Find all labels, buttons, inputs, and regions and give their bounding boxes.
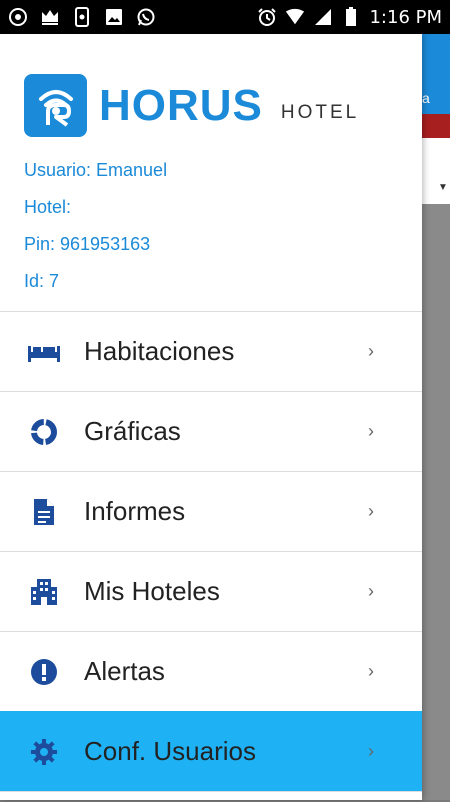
logo-subtitle: HOTEL — [280, 101, 360, 123]
menu-item-graficas[interactable]: Gráficas › — [0, 391, 422, 471]
status-time: 1:16 PM — [369, 6, 442, 28]
signal-icon — [313, 7, 333, 27]
menu-item-conf-usuarios[interactable]: Conf. Usuarios › — [0, 711, 422, 791]
crown-icon — [40, 7, 60, 27]
building-icon — [24, 572, 64, 612]
background-red-bar — [422, 114, 450, 138]
menu-label: Mis Hoteles — [84, 576, 220, 606]
chevron-right-icon: › — [368, 661, 374, 681]
image-icon — [104, 7, 124, 27]
menu-label: Alertas — [84, 656, 165, 686]
user-pin: Pin: 961953163 — [24, 234, 151, 254]
chevron-right-icon: › — [368, 421, 374, 441]
menu-item-informes[interactable]: Informes › — [0, 471, 422, 551]
menu-divider — [0, 791, 422, 802]
background-app: a ▼ — [422, 34, 450, 800]
dropdown-caret-icon: ▼ — [438, 182, 448, 193]
whatsapp-icon — [136, 7, 156, 27]
logo-word: HORUS — [99, 80, 263, 130]
alarm-icon — [257, 7, 277, 27]
background-app-header: a — [422, 34, 450, 114]
document-icon — [24, 492, 64, 532]
menu-item-alertas[interactable]: Alertas › — [0, 631, 422, 711]
menu-label: Gráficas — [84, 416, 181, 446]
menu-label: Conf. Usuarios — [84, 736, 256, 766]
menu-label: Habitaciones — [84, 336, 235, 366]
navigation-drawer: HORUS HOTEL Usuario: Emanuel Hotel: Pin:… — [0, 34, 422, 800]
user-name: Usuario: Emanuel — [24, 160, 168, 180]
user-id: Id: 7 — [24, 271, 60, 291]
menu-label: Informes — [84, 496, 186, 526]
background-header-fragment: a — [422, 90, 430, 106]
donut-chart-icon — [24, 412, 64, 452]
chrome-icon — [8, 7, 28, 27]
status-bar: 1:16 PM — [0, 0, 450, 34]
gear-icon — [24, 732, 64, 772]
menu-item-mis-hoteles[interactable]: Mis Hoteles › — [0, 551, 422, 631]
phone-app-icon — [72, 7, 92, 27]
battery-icon — [341, 7, 361, 27]
alert-icon — [24, 652, 64, 692]
chevron-right-icon: › — [368, 741, 374, 761]
background-input — [422, 138, 450, 204]
chevron-right-icon: › — [368, 501, 374, 521]
horus-logo-mark-icon — [24, 74, 87, 137]
drawer-menu: Habitaciones › Gráficas › Informes › Mis… — [0, 311, 422, 802]
chevron-right-icon: › — [368, 341, 374, 361]
chevron-right-icon: › — [368, 581, 374, 601]
wifi-icon — [285, 7, 305, 27]
user-info: Usuario: Emanuel Hotel: Pin: 961953163 I… — [24, 159, 167, 307]
horus-hotel-logo: HORUS HOTEL — [24, 74, 359, 137]
user-hotel: Hotel: — [24, 197, 72, 217]
bed-icon — [24, 332, 64, 372]
menu-item-habitaciones[interactable]: Habitaciones › — [0, 311, 422, 391]
